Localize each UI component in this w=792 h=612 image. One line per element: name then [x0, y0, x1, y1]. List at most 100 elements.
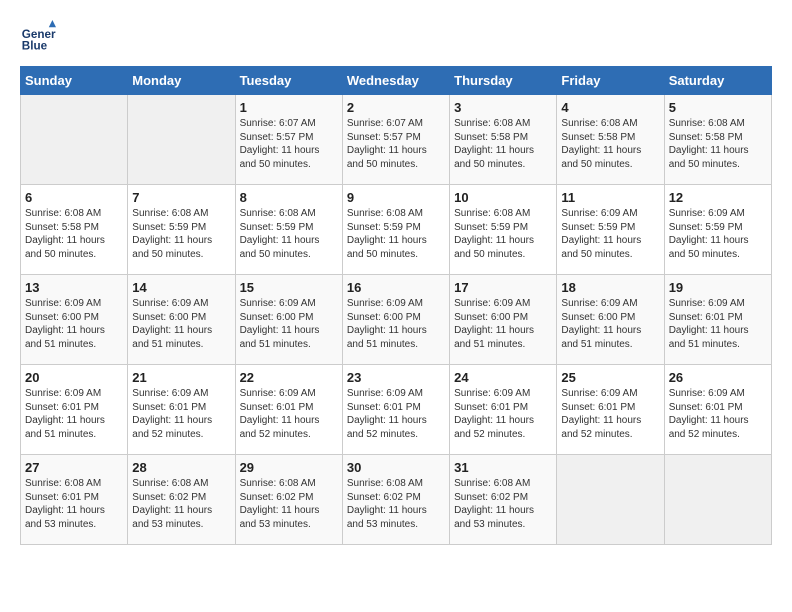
- calendar-cell: 5 Sunrise: 6:08 AM Sunset: 5:58 PM Daylig…: [664, 95, 771, 185]
- calendar-cell: 19 Sunrise: 6:09 AM Sunset: 6:01 PM Dayli…: [664, 275, 771, 365]
- day-number: 17: [454, 280, 552, 295]
- day-number: 15: [240, 280, 338, 295]
- calendar-cell: [664, 455, 771, 545]
- calendar-cell: 21 Sunrise: 6:09 AM Sunset: 6:01 PM Dayli…: [128, 365, 235, 455]
- calendar-cell: 23 Sunrise: 6:09 AM Sunset: 6:01 PM Dayli…: [342, 365, 449, 455]
- day-number: 27: [25, 460, 123, 475]
- weekday-header-tuesday: Tuesday: [235, 67, 342, 95]
- day-number: 19: [669, 280, 767, 295]
- day-info: Sunrise: 6:08 AM Sunset: 5:58 PM Dayligh…: [25, 207, 123, 261]
- day-info: Sunrise: 6:09 AM Sunset: 6:01 PM Dayligh…: [240, 387, 338, 441]
- day-info: Sunrise: 6:09 AM Sunset: 6:00 PM Dayligh…: [25, 297, 123, 351]
- day-number: 10: [454, 190, 552, 205]
- weekday-header-sunday: Sunday: [21, 67, 128, 95]
- weekday-header-monday: Monday: [128, 67, 235, 95]
- logo-icon: General Blue: [20, 20, 56, 56]
- week-row-4: 20 Sunrise: 6:09 AM Sunset: 6:01 PM Dayli…: [21, 365, 772, 455]
- day-number: 30: [347, 460, 445, 475]
- day-number: 13: [25, 280, 123, 295]
- day-number: 22: [240, 370, 338, 385]
- day-number: 18: [561, 280, 659, 295]
- calendar-cell: 27 Sunrise: 6:08 AM Sunset: 6:01 PM Dayli…: [21, 455, 128, 545]
- svg-text:Blue: Blue: [22, 40, 48, 53]
- day-info: Sunrise: 6:08 AM Sunset: 5:58 PM Dayligh…: [669, 117, 767, 171]
- day-number: 24: [454, 370, 552, 385]
- day-info: Sunrise: 6:09 AM Sunset: 5:59 PM Dayligh…: [561, 207, 659, 261]
- day-number: 26: [669, 370, 767, 385]
- day-number: 29: [240, 460, 338, 475]
- day-number: 31: [454, 460, 552, 475]
- day-number: 28: [132, 460, 230, 475]
- day-info: Sunrise: 6:09 AM Sunset: 6:01 PM Dayligh…: [347, 387, 445, 441]
- calendar-cell: 14Sunrise: 6:09 AM Sunset: 6:00 PM Dayli…: [128, 275, 235, 365]
- calendar-cell: 2Sunrise: 6:07 AM Sunset: 5:57 PM Daylig…: [342, 95, 449, 185]
- week-row-5: 27 Sunrise: 6:08 AM Sunset: 6:01 PM Dayli…: [21, 455, 772, 545]
- day-info: Sunrise: 6:09 AM Sunset: 6:00 PM Dayligh…: [347, 297, 445, 351]
- day-info: Sunrise: 6:09 AM Sunset: 6:01 PM Dayligh…: [454, 387, 552, 441]
- day-number: 8: [240, 190, 338, 205]
- day-number: 20: [25, 370, 123, 385]
- day-info: Sunrise: 6:09 AM Sunset: 6:00 PM Dayligh…: [132, 297, 230, 351]
- day-number: 21: [132, 370, 230, 385]
- day-info: Sunrise: 6:08 AM Sunset: 5:59 PM Dayligh…: [240, 207, 338, 261]
- calendar-cell: 11 Sunrise: 6:09 AM Sunset: 5:59 PM Dayli…: [557, 185, 664, 275]
- day-info: Sunrise: 6:08 AM Sunset: 5:59 PM Dayligh…: [132, 207, 230, 261]
- day-info: Sunrise: 6:08 AM Sunset: 6:02 PM Dayligh…: [132, 477, 230, 531]
- calendar-cell: 24 Sunrise: 6:09 AM Sunset: 6:01 PM Dayli…: [450, 365, 557, 455]
- calendar-cell: 30 Sunrise: 6:08 AM Sunset: 6:02 PM Dayli…: [342, 455, 449, 545]
- calendar-cell: 28 Sunrise: 6:08 AM Sunset: 6:02 PM Dayli…: [128, 455, 235, 545]
- calendar-cell: 12 Sunrise: 6:09 AM Sunset: 5:59 PM Dayli…: [664, 185, 771, 275]
- day-info: Sunrise: 6:08 AM Sunset: 6:02 PM Dayligh…: [240, 477, 338, 531]
- calendar-cell: 3 Sunrise: 6:08 AM Sunset: 5:58 PM Daylig…: [450, 95, 557, 185]
- weekday-header-wednesday: Wednesday: [342, 67, 449, 95]
- calendar-cell: 20 Sunrise: 6:09 AM Sunset: 6:01 PM Dayli…: [21, 365, 128, 455]
- week-row-1: 1 Sunrise: 6:07 AM Sunset: 5:57 PM Daylig…: [21, 95, 772, 185]
- day-info: Sunrise: 6:07 AM Sunset: 5:57 PM Dayligh…: [240, 117, 338, 171]
- day-info: Sunrise: 6:08 AM Sunset: 6:02 PM Dayligh…: [347, 477, 445, 531]
- day-number: 5: [669, 100, 767, 115]
- weekday-header-friday: Friday: [557, 67, 664, 95]
- calendar-cell: 25Sunrise: 6:09 AM Sunset: 6:01 PM Dayli…: [557, 365, 664, 455]
- calendar-table: SundayMondayTuesdayWednesdayThursdayFrid…: [20, 66, 772, 545]
- day-info: Sunrise: 6:08 AM Sunset: 5:59 PM Dayligh…: [347, 207, 445, 261]
- calendar-cell: 1 Sunrise: 6:07 AM Sunset: 5:57 PM Daylig…: [235, 95, 342, 185]
- calendar-cell: 16 Sunrise: 6:09 AM Sunset: 6:00 PM Dayli…: [342, 275, 449, 365]
- weekday-header-row: SundayMondayTuesdayWednesdayThursdayFrid…: [21, 67, 772, 95]
- day-number: 4: [561, 100, 659, 115]
- day-number: 7: [132, 190, 230, 205]
- calendar-cell: 6 Sunrise: 6:08 AM Sunset: 5:58 PM Daylig…: [21, 185, 128, 275]
- weekday-header-saturday: Saturday: [664, 67, 771, 95]
- calendar-cell: 9Sunrise: 6:08 AM Sunset: 5:59 PM Daylig…: [342, 185, 449, 275]
- day-number: 6: [25, 190, 123, 205]
- logo: General Blue: [20, 20, 60, 56]
- calendar-cell: 7 Sunrise: 6:08 AM Sunset: 5:59 PM Daylig…: [128, 185, 235, 275]
- day-info: Sunrise: 6:09 AM Sunset: 6:01 PM Dayligh…: [669, 297, 767, 351]
- day-info: Sunrise: 6:09 AM Sunset: 6:01 PM Dayligh…: [25, 387, 123, 441]
- calendar-cell: 8 Sunrise: 6:08 AM Sunset: 5:59 PM Daylig…: [235, 185, 342, 275]
- calendar-cell: 29 Sunrise: 6:08 AM Sunset: 6:02 PM Dayli…: [235, 455, 342, 545]
- day-number: 25: [561, 370, 659, 385]
- day-info: Sunrise: 6:08 AM Sunset: 5:58 PM Dayligh…: [561, 117, 659, 171]
- day-info: Sunrise: 6:08 AM Sunset: 6:01 PM Dayligh…: [25, 477, 123, 531]
- day-info: Sunrise: 6:09 AM Sunset: 6:00 PM Dayligh…: [561, 297, 659, 351]
- calendar-cell: 10 Sunrise: 6:08 AM Sunset: 5:59 PM Dayli…: [450, 185, 557, 275]
- day-info: Sunrise: 6:08 AM Sunset: 5:59 PM Dayligh…: [454, 207, 552, 261]
- day-number: 2: [347, 100, 445, 115]
- calendar-cell: [557, 455, 664, 545]
- day-number: 16: [347, 280, 445, 295]
- day-number: 12: [669, 190, 767, 205]
- week-row-3: 13 Sunrise: 6:09 AM Sunset: 6:00 PM Dayli…: [21, 275, 772, 365]
- day-info: Sunrise: 6:08 AM Sunset: 5:58 PM Dayligh…: [454, 117, 552, 171]
- page-header: General Blue: [20, 20, 772, 56]
- day-info: Sunrise: 6:09 AM Sunset: 5:59 PM Dayligh…: [669, 207, 767, 261]
- day-number: 3: [454, 100, 552, 115]
- calendar-cell: 13 Sunrise: 6:09 AM Sunset: 6:00 PM Dayli…: [21, 275, 128, 365]
- calendar-cell: 26Sunrise: 6:09 AM Sunset: 6:01 PM Dayli…: [664, 365, 771, 455]
- day-number: 23: [347, 370, 445, 385]
- day-info: Sunrise: 6:09 AM Sunset: 6:01 PM Dayligh…: [132, 387, 230, 441]
- weekday-header-thursday: Thursday: [450, 67, 557, 95]
- day-number: 11: [561, 190, 659, 205]
- calendar-cell: 15Sunrise: 6:09 AM Sunset: 6:00 PM Dayli…: [235, 275, 342, 365]
- calendar-cell: 4 Sunrise: 6:08 AM Sunset: 5:58 PM Daylig…: [557, 95, 664, 185]
- day-number: 1: [240, 100, 338, 115]
